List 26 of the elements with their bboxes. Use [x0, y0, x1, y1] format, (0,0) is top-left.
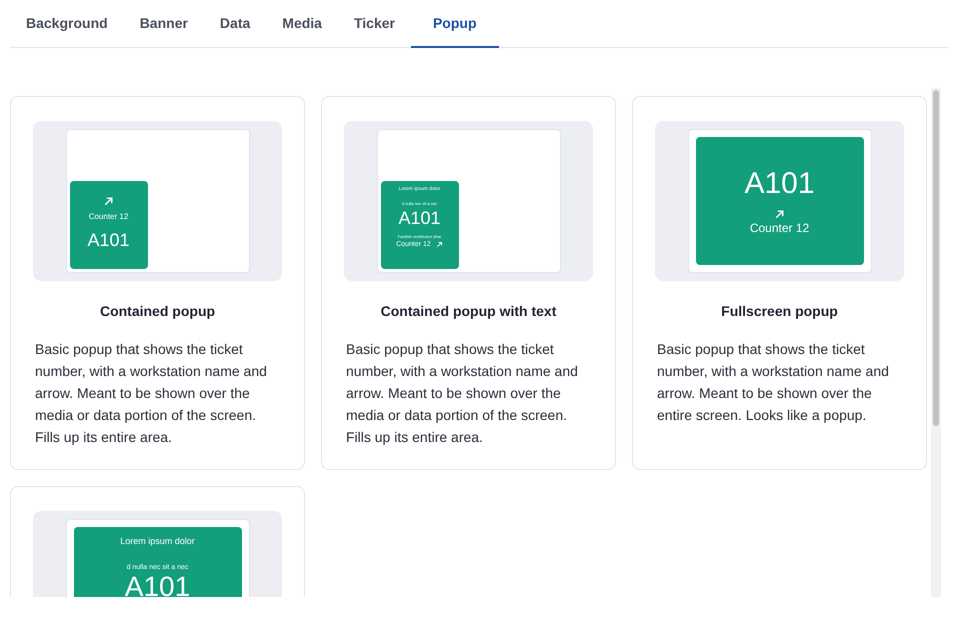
- arrow-icon: [774, 208, 785, 220]
- scrollbar[interactable]: [931, 88, 941, 597]
- arrow-icon: [436, 241, 443, 248]
- card-description: Basic popup that shows the ticket number, with a workstation name and arrow. Meant to be shown over the media or data portion of the screen. Fills up its entire area.: [345, 340, 579, 447]
- card-description: Basic popup that shows the ticket number, with a workstation name and arrow. Meant to be shown over the media or data portion of the screen. Fills up its entire area.: [34, 340, 268, 447]
- tab[interactable]: Ticker: [338, 0, 411, 47]
- card-title: Fullscreen popup: [720, 302, 839, 321]
- header-text: Lorem ipsum dolor: [120, 537, 195, 546]
- tab[interactable]: Popup: [410, 0, 499, 48]
- card-description: Basic popup that shows the ticket number, with a workstation name and arrow. Meant to be shown over the entire screen. Looks like a popup.: [656, 340, 890, 425]
- template-card[interactable]: Counter 12 A101 Contained popup Basic popup that shows the ticket number, with a workstation name and arrow. Meant to be shown over the media or data portion of the screen. Fills up its entire area.: [10, 96, 305, 470]
- counter-label: Counter 12: [750, 222, 810, 234]
- template-card[interactable]: [321, 96, 616, 470]
- card-title: Contained popup with text: [380, 302, 558, 321]
- tab[interactable]: Media: [266, 0, 338, 47]
- counter-label: Counter 12: [88, 211, 128, 223]
- ticket-number: A101: [398, 209, 441, 227]
- ticket-number: A101: [744, 168, 815, 198]
- ticket-number: A101: [87, 229, 130, 252]
- template-card[interactable]: A101 Counter 12 Fullscreen popup Basic popup that shows the ticket number, with a workstation name and arrow. Meant to be shown over the entire screen. Looks like a popup.: [632, 96, 927, 470]
- tab[interactable]: Background: [10, 0, 124, 47]
- tab[interactable]: Banner: [124, 0, 204, 47]
- ticket-number: A101: [124, 573, 190, 597]
- card-title: Contained popup: [98, 302, 216, 321]
- tab[interactable]: Data: [204, 0, 266, 47]
- arrow-icon: [103, 196, 114, 207]
